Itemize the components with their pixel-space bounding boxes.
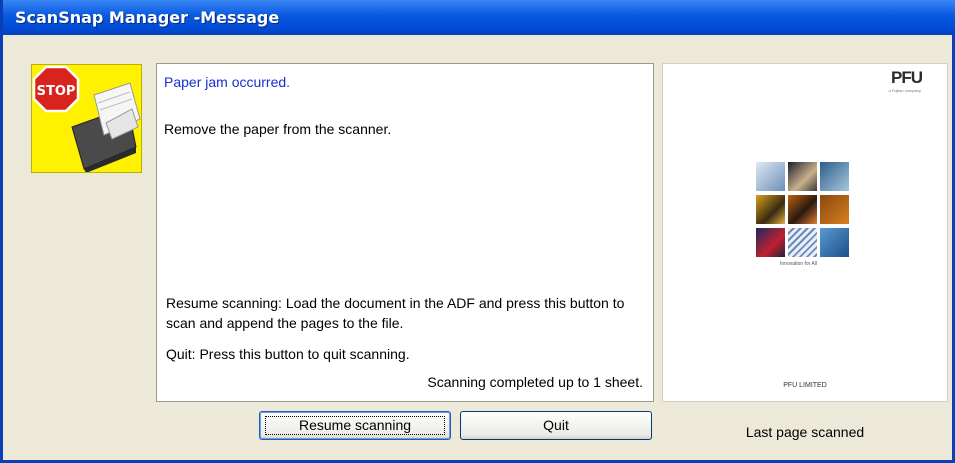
stop-scanner-illustration: STOP (32, 65, 141, 172)
preview-tile (756, 195, 785, 224)
stop-paper-jam-icon: STOP (31, 64, 142, 173)
title-bar[interactable]: ScanSnap Manager -Message (3, 0, 955, 35)
preview-tile (788, 228, 817, 257)
scansnap-message-window: ScanSnap Manager -Message STOP Paper jam… (0, 0, 955, 463)
preview-tile (756, 228, 785, 257)
message-title: Paper jam occurred. (164, 74, 291, 90)
pfu-logo: PFU (891, 68, 923, 87)
stop-sign-text: STOP (37, 84, 76, 99)
preview-tile (756, 162, 785, 191)
resume-help-text: Resume scanning: Load the document in th… (166, 295, 625, 331)
resume-scanning-button[interactable]: Resume scanning (259, 411, 451, 440)
last-page-preview: PFU a Fujitsu company Innovation for All… (662, 63, 948, 402)
message-panel: Paper jam occurred. Remove the paper fro… (156, 63, 654, 402)
preview-tile (788, 195, 817, 224)
preview-tile (820, 228, 849, 257)
preview-tile (820, 195, 849, 224)
focus-rectangle (265, 416, 445, 435)
quit-label: Quit (543, 417, 569, 433)
pfu-limited-text: PFU LIMITED (783, 382, 827, 389)
quit-button[interactable]: Quit (460, 411, 652, 440)
preview-photo-grid (756, 162, 849, 258)
message-body: Remove the paper from the scanner. (164, 121, 392, 137)
scan-status-text: Scanning completed up to 1 sheet. (427, 374, 643, 390)
pfu-logo-subtext: a Fujitsu company (888, 88, 921, 93)
quit-help-text: Quit: Press this button to quit scanning… (166, 346, 410, 362)
preview-tile (820, 162, 849, 191)
preview-tile (788, 162, 817, 191)
window-title: ScanSnap Manager -Message (15, 8, 280, 27)
last-page-caption: Last page scanned (745, 424, 865, 440)
preview-tiles-caption: Innovation for All (780, 261, 817, 267)
